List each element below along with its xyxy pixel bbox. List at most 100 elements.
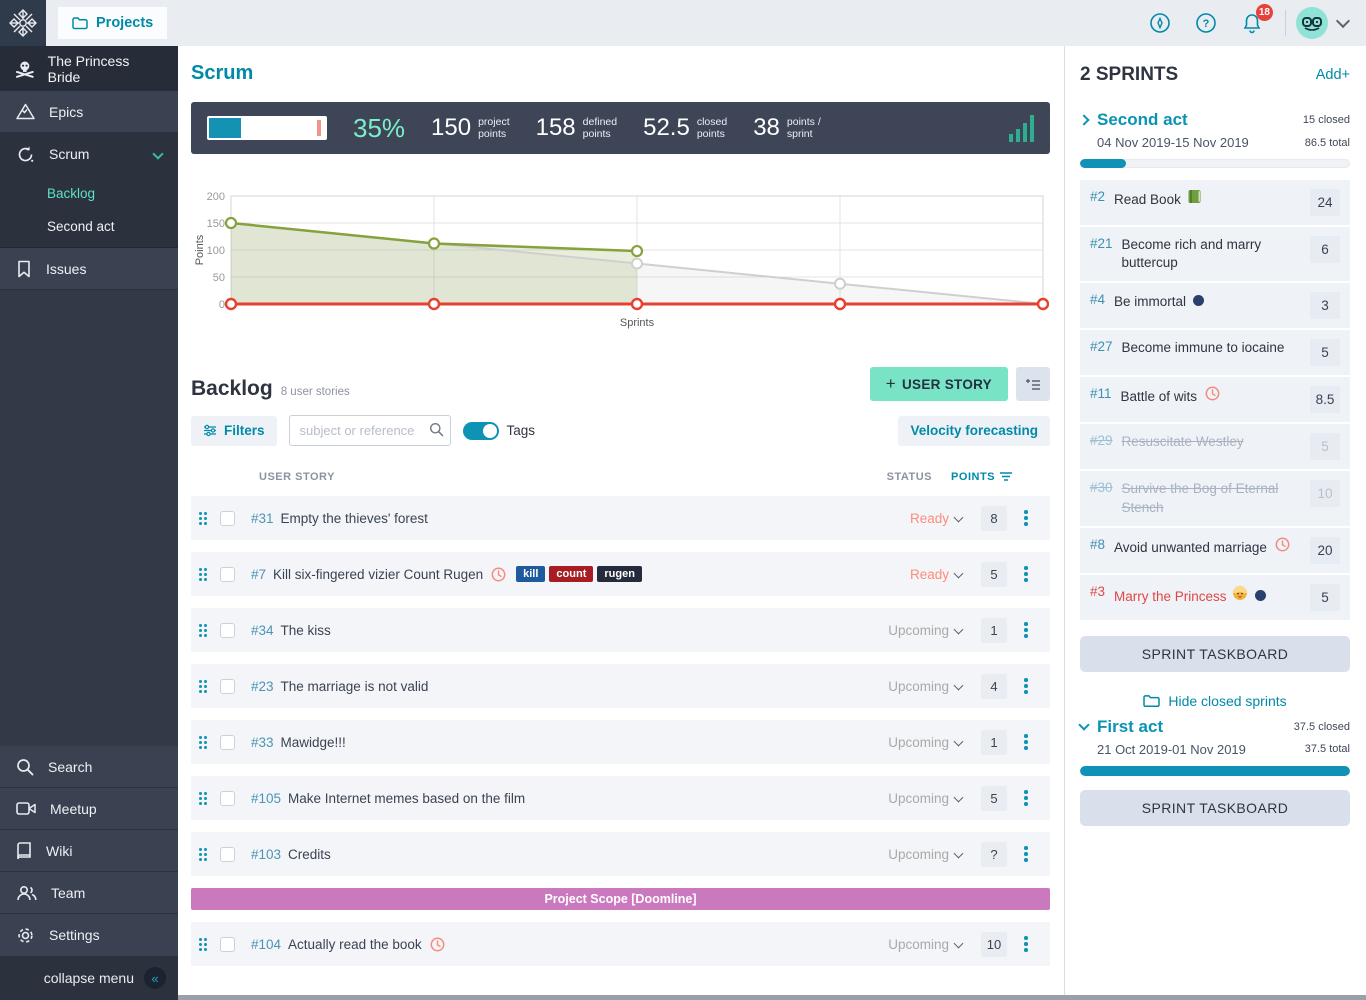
sprint-story-row[interactable]: #11Battle of wits8.5	[1080, 377, 1350, 422]
story-checkbox[interactable]	[220, 791, 235, 806]
story-checkbox[interactable]	[220, 735, 235, 750]
story-ref[interactable]: #23	[251, 679, 274, 694]
sidebar-project[interactable]: The Princess Bride	[0, 46, 178, 91]
story-ref[interactable]: #29	[1090, 433, 1113, 448]
story-title[interactable]: Marry the Princess	[1114, 584, 1302, 606]
story-checkbox[interactable]	[220, 937, 235, 952]
user-story-row[interactable]: #103CreditsUpcoming?	[191, 832, 1050, 876]
story-ref[interactable]: #11	[1090, 386, 1112, 401]
story-points[interactable]: 1	[976, 730, 1012, 755]
status-dropdown[interactable]: Ready	[842, 567, 962, 582]
story-ref[interactable]: #105	[251, 791, 281, 806]
user-story-row[interactable]: #7Kill six-fingered vizier Count Rugenki…	[191, 552, 1050, 596]
user-menu-chevron-icon[interactable]	[1336, 14, 1350, 28]
story-checkbox[interactable]	[220, 511, 235, 526]
story-title[interactable]: Read Book	[1114, 189, 1302, 209]
story-points[interactable]: 4	[976, 674, 1012, 699]
sprint-name[interactable]: Second act	[1097, 110, 1188, 130]
user-story-row[interactable]: #105 Make Internet memes based on the fil…	[191, 776, 1050, 820]
story-ref[interactable]: #21	[1090, 236, 1113, 251]
story-title[interactable]: Survive the Bog of Eternal Stench	[1122, 480, 1302, 516]
sidebar-item-backlog[interactable]: Backlog	[0, 175, 178, 211]
sidebar-item-issues[interactable]: Issues	[0, 248, 178, 290]
story-title[interactable]: The kiss	[281, 623, 331, 638]
discover-button[interactable]	[1137, 12, 1183, 34]
kebab-menu-icon[interactable]	[1012, 566, 1040, 582]
hide-closed-sprints-link[interactable]: Hide closed sprints	[1080, 693, 1350, 709]
story-checkbox[interactable]	[220, 679, 235, 694]
chevron-down-icon[interactable]	[152, 148, 163, 159]
filters-button[interactable]: Filters	[191, 416, 277, 446]
kebab-menu-icon[interactable]	[1012, 846, 1040, 862]
taiga-logo[interactable]	[0, 0, 46, 46]
story-ref[interactable]: #2	[1090, 189, 1105, 204]
user-story-row[interactable]: #31Empty the thieves' forestReady8	[191, 496, 1050, 540]
sidebar-item-epics[interactable]: Epics	[0, 91, 178, 133]
story-title[interactable]: Battle of wits	[1121, 386, 1302, 406]
story-ref[interactable]: #8	[1090, 537, 1105, 552]
story-points[interactable]: 10	[976, 932, 1012, 957]
column-header-points[interactable]: POINTS	[946, 471, 1012, 483]
drag-handle-icon[interactable]	[199, 624, 207, 637]
sidebar-item-search[interactable]: Search	[0, 746, 178, 788]
user-story-row[interactable]: #33 Mawidge!!! Upcoming 1	[191, 720, 1050, 764]
sidebar-item-meetup[interactable]: Meetup	[0, 788, 178, 830]
story-points[interactable]: 5	[976, 562, 1012, 587]
chevron-right-icon[interactable]	[1078, 114, 1089, 125]
sprint-story-row[interactable]: #21Become rich and marry buttercup6	[1080, 227, 1350, 281]
sprint-name[interactable]: First act	[1097, 717, 1163, 737]
drag-handle-icon[interactable]	[199, 512, 207, 525]
sprint-taskboard-button[interactable]: SPRINT TASKBOARD	[1080, 636, 1350, 672]
sprint-story-row[interactable]: #2Read Book24	[1080, 180, 1350, 225]
sidebar-item-settings[interactable]: Settings	[0, 914, 178, 956]
story-checkbox[interactable]	[220, 623, 235, 638]
story-title[interactable]: Resuscitate Westley	[1122, 433, 1302, 451]
story-ref[interactable]: #27	[1090, 339, 1113, 354]
status-dropdown[interactable]: Upcoming	[842, 735, 962, 750]
sprint-story-row[interactable]: #27Become immune to iocaine5	[1080, 330, 1350, 375]
drag-handle-icon[interactable]	[199, 680, 207, 693]
drag-handle-icon[interactable]	[199, 938, 207, 951]
bulk-add-button[interactable]	[1016, 367, 1050, 401]
user-story-row[interactable]: #34The kissUpcoming1	[191, 608, 1050, 652]
story-ref[interactable]: #104	[251, 937, 281, 952]
kebab-menu-icon[interactable]	[1012, 790, 1040, 806]
add-user-story-button[interactable]: + USER STORY	[870, 367, 1008, 401]
drag-handle-icon[interactable]	[199, 792, 207, 805]
story-title[interactable]: Actually read the book	[288, 937, 422, 952]
story-checkbox[interactable]	[220, 847, 235, 862]
story-ref[interactable]: #31	[251, 511, 274, 526]
status-dropdown[interactable]: Upcoming	[842, 679, 962, 694]
status-dropdown[interactable]: Upcoming	[842, 847, 962, 862]
status-dropdown[interactable]: Upcoming	[842, 623, 962, 638]
velocity-forecasting-button[interactable]: Velocity forecasting	[898, 416, 1050, 446]
sparkline-chart-icon[interactable]	[1009, 114, 1034, 142]
sprint-story-row[interactable]: #30Survive the Bog of Eternal Stench10	[1080, 471, 1350, 525]
notifications-button[interactable]: 18	[1229, 12, 1275, 35]
backlog-search-input[interactable]	[289, 415, 451, 446]
story-ref[interactable]: #30	[1090, 480, 1113, 495]
sprint-story-row[interactable]: #4Be immortal3	[1080, 283, 1350, 328]
sidebar-item-team[interactable]: Team	[0, 872, 178, 914]
story-title[interactable]: Make Internet memes based on the film	[288, 791, 525, 806]
kebab-menu-icon[interactable]	[1012, 678, 1040, 694]
drag-handle-icon[interactable]	[199, 848, 207, 861]
story-checkbox[interactable]	[220, 567, 235, 582]
sidebar-item-scrum[interactable]: Scrum	[0, 133, 178, 175]
story-ref[interactable]: #33	[251, 735, 274, 750]
sprint-story-row[interactable]: #3Marry the Princess5	[1080, 575, 1350, 620]
status-dropdown[interactable]: Upcoming	[842, 937, 962, 952]
story-title[interactable]: Mawidge!!!	[281, 735, 346, 750]
status-dropdown[interactable]: Upcoming	[842, 791, 962, 806]
avatar[interactable]	[1296, 7, 1328, 39]
story-title[interactable]: The marriage is not valid	[281, 679, 429, 694]
story-title[interactable]: Kill six-fingered vizier Count Rugen	[273, 567, 483, 582]
tags-toggle[interactable]	[463, 422, 499, 440]
horizontal-scrollbar[interactable]	[178, 995, 1366, 1000]
add-sprint-button[interactable]: Add+	[1316, 67, 1350, 83]
story-points[interactable]: 8	[976, 506, 1012, 531]
sprint-story-row[interactable]: #29Resuscitate Westley5	[1080, 424, 1350, 469]
story-title[interactable]: Become immune to iocaine	[1122, 339, 1302, 357]
drag-handle-icon[interactable]	[199, 736, 207, 749]
chevron-down-icon[interactable]	[1078, 720, 1089, 731]
